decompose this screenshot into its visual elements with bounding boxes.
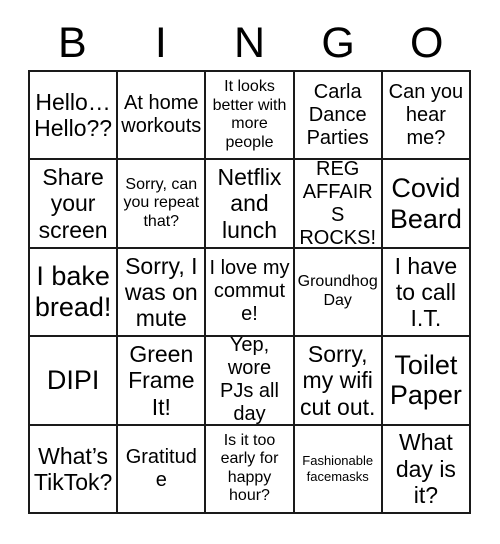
bingo-cell-label: Can you hear me? bbox=[388, 80, 464, 149]
bingo-cell-label: I have to call I.T. bbox=[394, 252, 458, 332]
bingo-cell-label: Toilet Paper bbox=[389, 349, 462, 411]
bingo-header-letter-n: N bbox=[233, 18, 266, 67]
bingo-cell-o4[interactable]: Toilet Paper bbox=[382, 337, 471, 426]
bingo-cell-i1[interactable]: At home workouts bbox=[118, 72, 207, 161]
bingo-cell-o5[interactable]: What day is it? bbox=[382, 425, 471, 514]
bingo-cell-label: DIPI bbox=[46, 365, 100, 395]
bingo-cell-i2[interactable]: Sorry, can you repeat that? bbox=[118, 160, 207, 249]
bingo-cell-o3[interactable]: I have to call I.T. bbox=[382, 248, 471, 338]
bingo-cell-n2[interactable]: Netflix and lunch bbox=[206, 160, 295, 249]
bingo-cell-label: It looks better with more people bbox=[212, 78, 287, 151]
bingo-cell-g5[interactable]: Fashionable facemasks bbox=[294, 425, 383, 514]
bingo-cell-b3[interactable]: I bake bread! bbox=[30, 248, 119, 338]
bingo-cell-g4[interactable]: Sorry, my wifi cut out. bbox=[294, 337, 383, 426]
bingo-cell-n5[interactable]: Is it too early for happy hour? bbox=[206, 425, 295, 514]
bingo-cell-n3[interactable]: I love my commute! bbox=[206, 248, 295, 338]
bingo-cell-label: Groundhog Day bbox=[297, 273, 378, 309]
bingo-cell-b1[interactable]: Hello… Hello?? bbox=[30, 72, 119, 161]
bingo-grid: Hello… Hello?? At home workouts It looks… bbox=[28, 70, 471, 514]
bingo-cell-i5[interactable]: Gratitude bbox=[118, 425, 207, 514]
bingo-cell-o1[interactable]: Can you hear me? bbox=[382, 72, 471, 161]
bingo-cell-n4[interactable]: Yep, wore PJs all day bbox=[206, 337, 295, 426]
bingo-cell-label: Sorry, I was on mute bbox=[124, 252, 198, 332]
bingo-cell-o2[interactable]: Covid Beard bbox=[382, 160, 471, 249]
bingo-cell-label: What’s TikTok? bbox=[33, 442, 113, 495]
bingo-header-letter-g: G bbox=[321, 18, 355, 67]
bingo-header-letter-i: I bbox=[154, 18, 167, 67]
bingo-cell-g1[interactable]: Carla Dance Parties bbox=[294, 72, 383, 161]
bingo-cell-label: Fashionable facemasks bbox=[302, 453, 374, 484]
bingo-cell-label: Gratitude bbox=[125, 445, 197, 491]
bingo-cell-label: Green Frame It! bbox=[128, 341, 195, 420]
bingo-cell-label: What day is it? bbox=[395, 429, 456, 508]
bingo-cell-g3[interactable]: Groundhog Day bbox=[294, 248, 383, 338]
bingo-cell-b5[interactable]: What’s TikTok? bbox=[30, 425, 119, 514]
bingo-cell-i4[interactable]: Green Frame It! bbox=[118, 337, 207, 426]
bingo-cell-label: Is it too early for happy hour? bbox=[220, 431, 279, 505]
bingo-cell-label: Sorry, can you repeat that? bbox=[123, 175, 200, 230]
bingo-cell-label: Netflix and lunch bbox=[217, 164, 282, 243]
bingo-cell-label: Hello… Hello?? bbox=[34, 88, 113, 142]
bingo-cell-label: Share your screen bbox=[38, 164, 108, 243]
bingo-cell-label: Covid Beard bbox=[389, 172, 462, 234]
bingo-cell-b2[interactable]: Share your screen bbox=[30, 160, 119, 249]
bingo-cell-g2[interactable]: REG AFFAIRS ROCKS! bbox=[294, 160, 383, 249]
bingo-card: B I N G O Hello… Hello?? At home workout… bbox=[0, 0, 500, 544]
bingo-cell-label: I bake bread! bbox=[34, 261, 112, 322]
bingo-cell-i3[interactable]: Sorry, I was on mute bbox=[118, 248, 207, 338]
bingo-cell-label: Carla Dance Parties bbox=[306, 80, 369, 149]
bingo-header-row: B I N G O bbox=[28, 18, 471, 68]
bingo-cell-label: Yep, wore PJs all day bbox=[220, 337, 279, 426]
bingo-cell-b4[interactable]: DIPI bbox=[30, 337, 119, 426]
bingo-header-letter-o: O bbox=[409, 18, 444, 67]
bingo-cell-label: At home workouts bbox=[121, 92, 202, 138]
bingo-header-letter-b: B bbox=[57, 18, 87, 67]
bingo-cell-label: REG AFFAIRS ROCKS! bbox=[299, 160, 377, 249]
bingo-cell-n1[interactable]: It looks better with more people bbox=[206, 72, 295, 161]
bingo-cell-label: I love my commute! bbox=[209, 257, 290, 326]
bingo-cell-label: Sorry, my wifi cut out. bbox=[299, 341, 376, 420]
